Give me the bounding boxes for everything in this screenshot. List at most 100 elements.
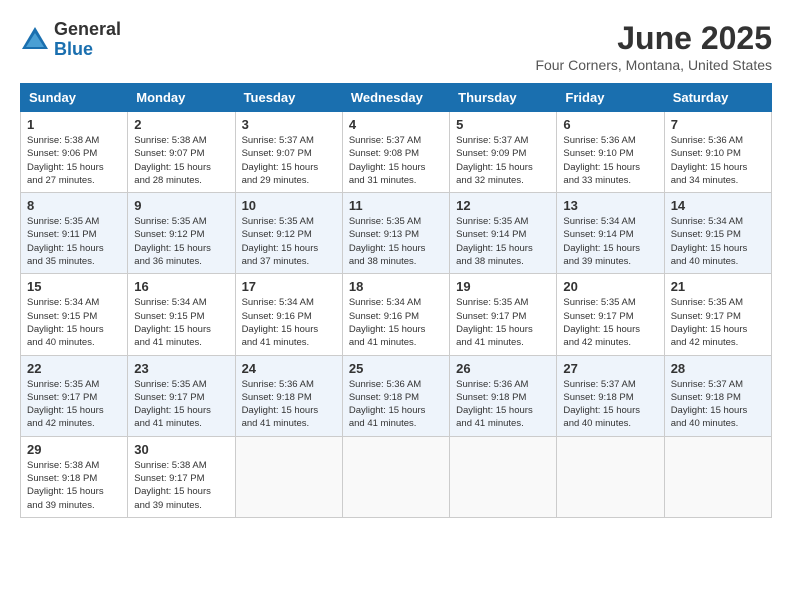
day-number: 26 (456, 361, 550, 376)
table-row (235, 436, 342, 517)
calendar-week-row: 22 Sunrise: 5:35 AMSunset: 9:17 PMDaylig… (21, 355, 772, 436)
day-info: Sunrise: 5:35 AMSunset: 9:11 PMDaylight:… (27, 215, 121, 268)
table-row: 5 Sunrise: 5:37 AMSunset: 9:09 PMDayligh… (450, 112, 557, 193)
day-number: 12 (456, 198, 550, 213)
table-row: 1 Sunrise: 5:38 AMSunset: 9:06 PMDayligh… (21, 112, 128, 193)
day-number: 7 (671, 117, 765, 132)
day-number: 5 (456, 117, 550, 132)
table-row: 22 Sunrise: 5:35 AMSunset: 9:17 PMDaylig… (21, 355, 128, 436)
day-number: 13 (563, 198, 657, 213)
day-info: Sunrise: 5:34 AMSunset: 9:15 PMDaylight:… (671, 215, 765, 268)
table-row: 15 Sunrise: 5:34 AMSunset: 9:15 PMDaylig… (21, 274, 128, 355)
calendar-week-row: 8 Sunrise: 5:35 AMSunset: 9:11 PMDayligh… (21, 193, 772, 274)
day-info: Sunrise: 5:36 AMSunset: 9:18 PMDaylight:… (349, 378, 443, 431)
day-number: 18 (349, 279, 443, 294)
table-row: 19 Sunrise: 5:35 AMSunset: 9:17 PMDaylig… (450, 274, 557, 355)
day-info: Sunrise: 5:38 AMSunset: 9:18 PMDaylight:… (27, 459, 121, 512)
table-row (664, 436, 771, 517)
table-row: 26 Sunrise: 5:36 AMSunset: 9:18 PMDaylig… (450, 355, 557, 436)
day-number: 23 (134, 361, 228, 376)
day-info: Sunrise: 5:37 AMSunset: 9:08 PMDaylight:… (349, 134, 443, 187)
day-info: Sunrise: 5:38 AMSunset: 9:06 PMDaylight:… (27, 134, 121, 187)
day-info: Sunrise: 5:35 AMSunset: 9:17 PMDaylight:… (671, 296, 765, 349)
table-row: 29 Sunrise: 5:38 AMSunset: 9:18 PMDaylig… (21, 436, 128, 517)
location: Four Corners, Montana, United States (535, 57, 772, 73)
table-row: 28 Sunrise: 5:37 AMSunset: 9:18 PMDaylig… (664, 355, 771, 436)
table-row: 24 Sunrise: 5:36 AMSunset: 9:18 PMDaylig… (235, 355, 342, 436)
day-number: 21 (671, 279, 765, 294)
day-number: 8 (27, 198, 121, 213)
table-row: 12 Sunrise: 5:35 AMSunset: 9:14 PMDaylig… (450, 193, 557, 274)
day-number: 24 (242, 361, 336, 376)
calendar-week-row: 1 Sunrise: 5:38 AMSunset: 9:06 PMDayligh… (21, 112, 772, 193)
day-number: 3 (242, 117, 336, 132)
table-row (557, 436, 664, 517)
day-info: Sunrise: 5:34 AMSunset: 9:15 PMDaylight:… (27, 296, 121, 349)
day-info: Sunrise: 5:34 AMSunset: 9:14 PMDaylight:… (563, 215, 657, 268)
table-row: 10 Sunrise: 5:35 AMSunset: 9:12 PMDaylig… (235, 193, 342, 274)
calendar-header-row: Sunday Monday Tuesday Wednesday Thursday… (21, 84, 772, 112)
table-row: 9 Sunrise: 5:35 AMSunset: 9:12 PMDayligh… (128, 193, 235, 274)
table-row (450, 436, 557, 517)
table-row: 25 Sunrise: 5:36 AMSunset: 9:18 PMDaylig… (342, 355, 449, 436)
table-row: 4 Sunrise: 5:37 AMSunset: 9:08 PMDayligh… (342, 112, 449, 193)
day-info: Sunrise: 5:34 AMSunset: 9:16 PMDaylight:… (349, 296, 443, 349)
table-row: 3 Sunrise: 5:37 AMSunset: 9:07 PMDayligh… (235, 112, 342, 193)
table-row: 6 Sunrise: 5:36 AMSunset: 9:10 PMDayligh… (557, 112, 664, 193)
logo-general-text: General (54, 20, 121, 40)
day-number: 17 (242, 279, 336, 294)
day-info: Sunrise: 5:38 AMSunset: 9:17 PMDaylight:… (134, 459, 228, 512)
month-year: June 2025 (535, 20, 772, 57)
logo: General Blue (20, 20, 121, 60)
day-info: Sunrise: 5:36 AMSunset: 9:18 PMDaylight:… (456, 378, 550, 431)
day-info: Sunrise: 5:35 AMSunset: 9:13 PMDaylight:… (349, 215, 443, 268)
table-row: 2 Sunrise: 5:38 AMSunset: 9:07 PMDayligh… (128, 112, 235, 193)
logo-text: General Blue (54, 20, 121, 60)
day-number: 6 (563, 117, 657, 132)
col-monday: Monday (128, 84, 235, 112)
logo-icon (20, 25, 50, 55)
title-section: June 2025 Four Corners, Montana, United … (535, 20, 772, 73)
day-number: 30 (134, 442, 228, 457)
day-info: Sunrise: 5:36 AMSunset: 9:10 PMDaylight:… (563, 134, 657, 187)
day-info: Sunrise: 5:37 AMSunset: 9:18 PMDaylight:… (671, 378, 765, 431)
day-info: Sunrise: 5:34 AMSunset: 9:15 PMDaylight:… (134, 296, 228, 349)
col-wednesday: Wednesday (342, 84, 449, 112)
calendar-table: Sunday Monday Tuesday Wednesday Thursday… (20, 83, 772, 518)
day-info: Sunrise: 5:35 AMSunset: 9:12 PMDaylight:… (242, 215, 336, 268)
page-header: General Blue June 2025 Four Corners, Mon… (20, 20, 772, 73)
day-info: Sunrise: 5:35 AMSunset: 9:17 PMDaylight:… (27, 378, 121, 431)
calendar-week-row: 15 Sunrise: 5:34 AMSunset: 9:15 PMDaylig… (21, 274, 772, 355)
table-row: 17 Sunrise: 5:34 AMSunset: 9:16 PMDaylig… (235, 274, 342, 355)
day-info: Sunrise: 5:35 AMSunset: 9:14 PMDaylight:… (456, 215, 550, 268)
table-row: 14 Sunrise: 5:34 AMSunset: 9:15 PMDaylig… (664, 193, 771, 274)
day-info: Sunrise: 5:35 AMSunset: 9:17 PMDaylight:… (563, 296, 657, 349)
day-number: 22 (27, 361, 121, 376)
table-row: 30 Sunrise: 5:38 AMSunset: 9:17 PMDaylig… (128, 436, 235, 517)
day-info: Sunrise: 5:37 AMSunset: 9:18 PMDaylight:… (563, 378, 657, 431)
day-number: 15 (27, 279, 121, 294)
day-number: 9 (134, 198, 228, 213)
col-tuesday: Tuesday (235, 84, 342, 112)
table-row: 11 Sunrise: 5:35 AMSunset: 9:13 PMDaylig… (342, 193, 449, 274)
day-number: 19 (456, 279, 550, 294)
logo-blue-text: Blue (54, 40, 121, 60)
table-row: 23 Sunrise: 5:35 AMSunset: 9:17 PMDaylig… (128, 355, 235, 436)
table-row: 13 Sunrise: 5:34 AMSunset: 9:14 PMDaylig… (557, 193, 664, 274)
day-info: Sunrise: 5:36 AMSunset: 9:18 PMDaylight:… (242, 378, 336, 431)
day-number: 16 (134, 279, 228, 294)
day-info: Sunrise: 5:38 AMSunset: 9:07 PMDaylight:… (134, 134, 228, 187)
day-info: Sunrise: 5:35 AMSunset: 9:17 PMDaylight:… (456, 296, 550, 349)
col-friday: Friday (557, 84, 664, 112)
day-number: 28 (671, 361, 765, 376)
day-number: 27 (563, 361, 657, 376)
table-row: 20 Sunrise: 5:35 AMSunset: 9:17 PMDaylig… (557, 274, 664, 355)
day-number: 2 (134, 117, 228, 132)
day-info: Sunrise: 5:37 AMSunset: 9:07 PMDaylight:… (242, 134, 336, 187)
table-row: 21 Sunrise: 5:35 AMSunset: 9:17 PMDaylig… (664, 274, 771, 355)
table-row (342, 436, 449, 517)
day-number: 1 (27, 117, 121, 132)
day-number: 10 (242, 198, 336, 213)
table-row: 7 Sunrise: 5:36 AMSunset: 9:10 PMDayligh… (664, 112, 771, 193)
day-number: 11 (349, 198, 443, 213)
